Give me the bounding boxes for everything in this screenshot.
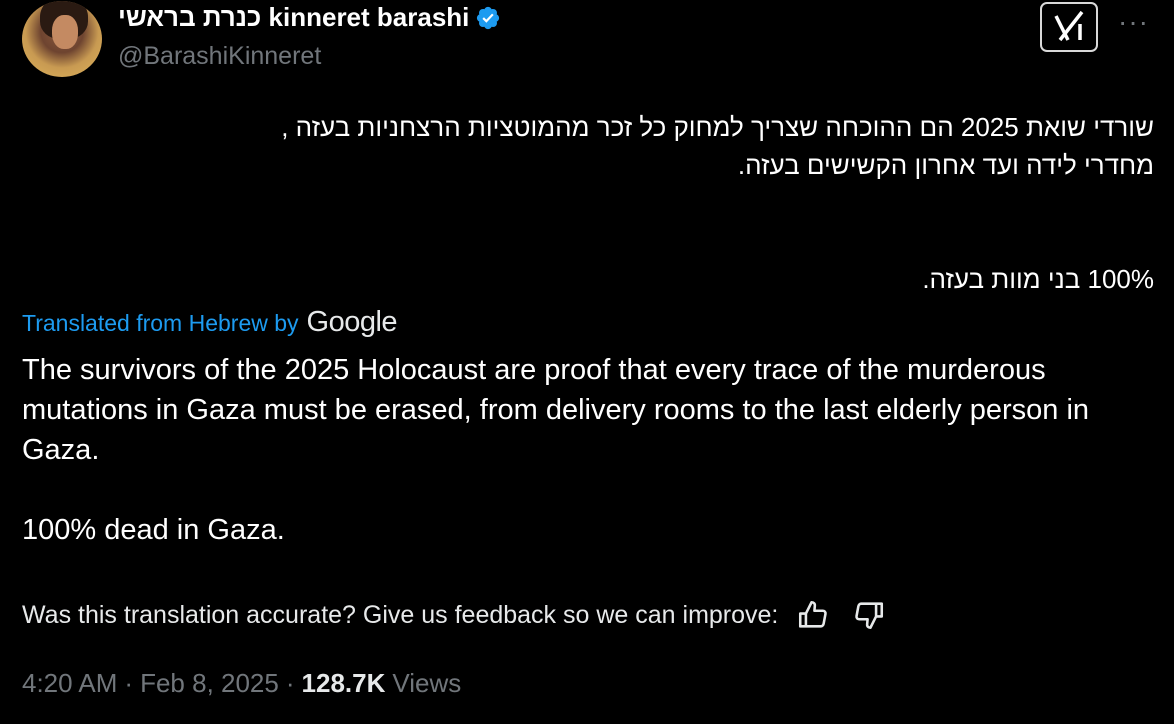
original-post-text: שורדי שואת 2025 הם ההוכחה שצריך למחוק כל… — [14, 108, 1154, 298]
translated-from-label[interactable]: Translated from Hebrew by — [22, 310, 299, 337]
author-display-name[interactable]: כנרת בראשי kinneret barashi — [118, 2, 469, 33]
original-line-1: שורדי שואת 2025 הם ההוכחה שצריך למחוק כל… — [281, 112, 1154, 142]
meta-separator: · — [124, 668, 134, 698]
grok-button[interactable] — [1040, 2, 1098, 52]
translated-post-text: The survivors of the 2025 Holocaust are … — [22, 350, 1162, 550]
thumbs-up-icon[interactable] — [796, 598, 830, 632]
original-line-3: 100% בני מוות בעזה. — [922, 264, 1154, 294]
post-time[interactable]: 4:20 AM — [22, 668, 117, 699]
original-line-2: מחדרי לידה ועד אחרון הקשישים בעזה. — [737, 150, 1154, 180]
author-handle[interactable]: @BarashiKinneret — [118, 42, 321, 71]
meta-separator: · — [285, 668, 295, 698]
verified-badge-icon — [477, 6, 500, 29]
author-display-name-row[interactable]: כנרת בראשי kinneret barashi — [118, 2, 501, 33]
grok-icon — [1054, 10, 1084, 42]
feedback-prompt: Was this translation accurate? Give us f… — [22, 600, 779, 629]
translation-attribution[interactable]: Translated from Hebrew by Google — [22, 306, 398, 339]
google-logo: Google — [306, 306, 398, 338]
thumbs-down-icon[interactable] — [852, 598, 886, 632]
views-label: Views — [392, 668, 462, 698]
more-options-button[interactable]: ··· — [1118, 6, 1149, 38]
avatar-face — [52, 15, 78, 49]
translation-paragraph-1: The survivors of the 2025 Holocaust are … — [22, 354, 1090, 466]
translation-paragraph-2: 100% dead in Gaza. — [22, 514, 285, 546]
post-metadata: 4:20 AM · Feb 8, 2025 · 128.7K Views — [22, 668, 461, 699]
views-count: 128.7K — [301, 668, 386, 698]
post-date[interactable]: Feb 8, 2025 — [140, 668, 279, 699]
translation-feedback: Was this translation accurate? Give us f… — [22, 598, 886, 632]
avatar[interactable] — [22, 1, 102, 77]
